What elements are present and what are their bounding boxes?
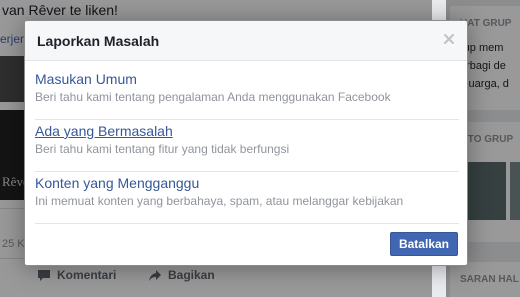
sidebar-card-title: SARAN HAL	[460, 274, 519, 285]
share-icon	[149, 269, 161, 281]
post-heading: van Rêver te liken!	[2, 2, 118, 18]
option-something-broken[interactable]: Ada yang Bermasalah Beri tahu kami tenta…	[35, 120, 459, 172]
comment-button[interactable]: Komentari	[37, 268, 116, 282]
share-label: Bagikan	[168, 268, 215, 282]
sidebar-card-suggested-pages: SARAN HAL	[450, 262, 520, 297]
share-button[interactable]: Bagikan	[148, 268, 215, 282]
cancel-button[interactable]: Batalkan	[389, 232, 458, 256]
group-photo[interactable]	[510, 162, 520, 220]
problem-type-list: Masukan Umum Beri tahu kami tentang peng…	[35, 68, 459, 224]
post-thumbnail[interactable]	[0, 56, 24, 102]
post-link[interactable]: erjer	[0, 32, 24, 46]
option-general-feedback[interactable]: Masukan Umum Beri tahu kami tentang peng…	[35, 68, 459, 120]
close-icon	[444, 34, 454, 44]
comment-label: Komentari	[57, 268, 117, 282]
report-problem-dialog: Laporkan Masalah Masukan Umum Beri tahu …	[24, 20, 468, 266]
option-description: Ini memuat konten yang berbahaya, spam, …	[35, 194, 404, 208]
option-title[interactable]: Masukan Umum	[35, 70, 459, 88]
dialog-footer: Batalkan	[25, 225, 467, 265]
dialog-header: Laporkan Masalah	[25, 21, 467, 61]
option-description: Beri tahu kami tentang fitur yang tidak …	[35, 142, 290, 156]
option-abusive-content[interactable]: Konten yang Mengganggu Ini memuat konten…	[35, 172, 459, 224]
option-title[interactable]: Konten yang Mengganggu	[35, 174, 459, 192]
reaction-count[interactable]: 25 K	[2, 238, 25, 250]
option-description: Beri tahu kami tentang pengalaman Anda m…	[35, 90, 391, 104]
option-title[interactable]: Ada yang Bermasalah	[35, 122, 459, 140]
dialog-title: Laporkan Masalah	[37, 33, 160, 49]
comment-icon	[38, 269, 50, 281]
close-button[interactable]	[441, 31, 457, 47]
